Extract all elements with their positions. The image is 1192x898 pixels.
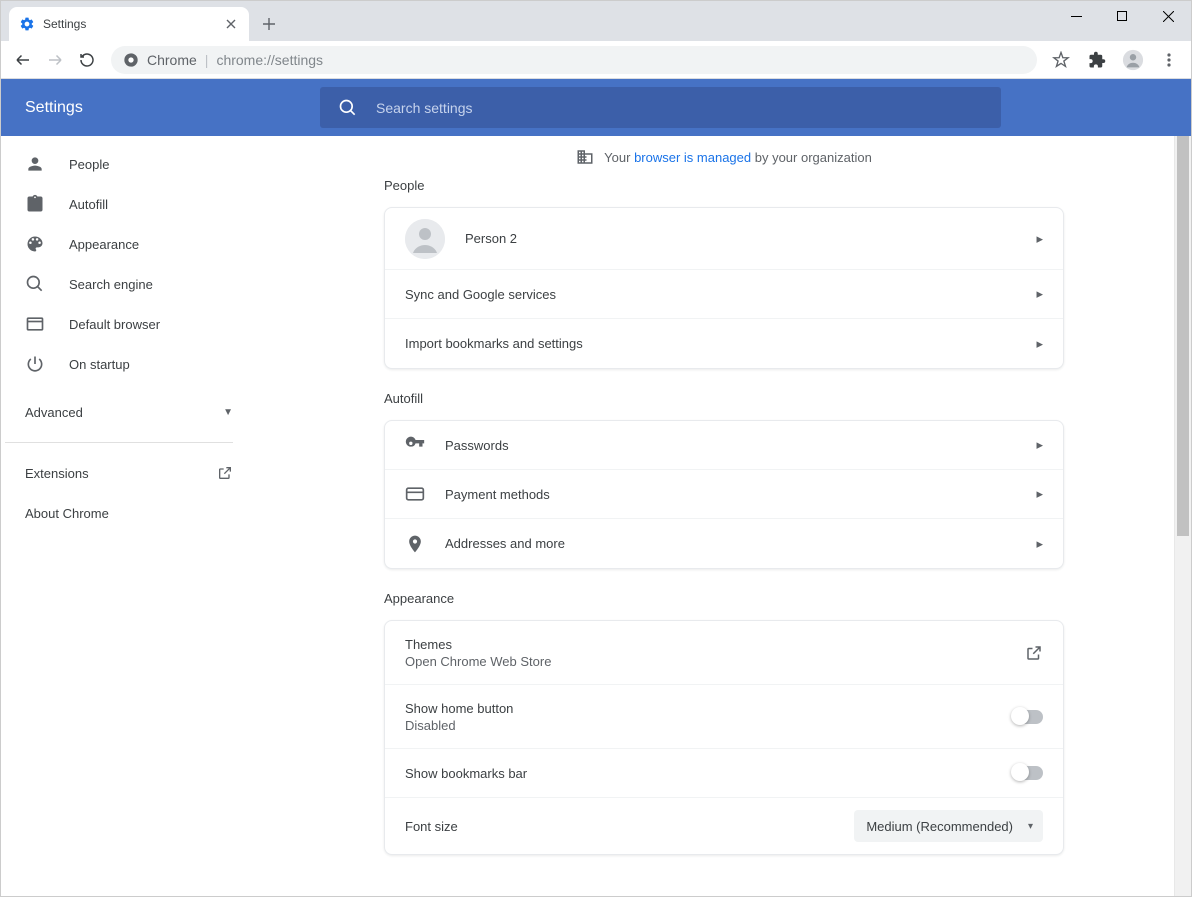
section-autofill: Autofill Passwords ▸ Payment methods ▸ [384, 391, 1064, 569]
row-import-bookmarks[interactable]: Import bookmarks and settings ▸ [385, 319, 1063, 368]
sidebar-item-autofill[interactable]: Autofill [1, 184, 257, 224]
person-icon [25, 154, 45, 174]
menu-icon[interactable] [1155, 46, 1183, 74]
forward-button[interactable] [41, 46, 69, 74]
sidebar-extensions-link[interactable]: Extensions [1, 453, 257, 493]
row-addresses[interactable]: Addresses and more ▸ [385, 519, 1063, 568]
chevron-right-icon: ▸ [1036, 536, 1043, 552]
scrollbar[interactable] [1174, 136, 1191, 896]
settings-sidebar: People Autofill Appearance Search engine… [1, 136, 257, 898]
browser-titlebar: Settings [1, 1, 1191, 41]
row-sync[interactable]: Sync and Google services ▸ [385, 270, 1063, 319]
font-size-select[interactable]: Medium (Recommended) [854, 810, 1043, 842]
row-show-home-button: Show home button Disabled [385, 685, 1063, 749]
chevron-right-icon: ▸ [1036, 336, 1043, 352]
url-scheme: Chrome [147, 52, 197, 68]
reload-button[interactable] [73, 46, 101, 74]
maximize-button[interactable] [1099, 1, 1145, 31]
key-icon [405, 435, 425, 455]
bookmark-star-icon[interactable] [1047, 46, 1075, 74]
external-link-icon [217, 465, 233, 481]
search-settings-input[interactable]: Search settings [320, 87, 1001, 128]
row-show-bookmarks-bar: Show bookmarks bar [385, 749, 1063, 798]
tab-title: Settings [43, 17, 215, 31]
browser-icon [25, 314, 45, 334]
managed-banner: Your browser is managed by your organiza… [257, 136, 1191, 178]
chevron-right-icon: ▸ [1036, 486, 1043, 502]
row-passwords[interactable]: Passwords ▸ [385, 421, 1063, 470]
close-tab-icon[interactable] [223, 16, 239, 32]
new-tab-button[interactable] [255, 10, 283, 38]
section-people: People Person 2 ▸ Sync and Google servic… [384, 178, 1064, 369]
toggle-bookmarks-bar[interactable] [1013, 766, 1043, 780]
url-path: chrome://settings [216, 52, 323, 68]
row-font-size: Font size Medium (Recommended) [385, 798, 1063, 854]
sidebar-item-people[interactable]: People [1, 144, 257, 184]
close-window-button[interactable] [1145, 1, 1191, 31]
row-payment-methods[interactable]: Payment methods ▸ [385, 470, 1063, 519]
clipboard-icon [25, 194, 45, 214]
chevron-right-icon: ▸ [1036, 437, 1043, 453]
back-button[interactable] [9, 46, 37, 74]
managed-link[interactable]: browser is managed [634, 150, 751, 165]
minimize-button[interactable] [1053, 1, 1099, 31]
scrollbar-thumb[interactable] [1177, 136, 1189, 536]
browser-tab[interactable]: Settings [9, 7, 249, 41]
search-icon [338, 98, 358, 118]
settings-title: Settings [25, 99, 320, 117]
section-appearance: Appearance Themes Open Chrome Web Store … [384, 591, 1064, 855]
row-profile[interactable]: Person 2 ▸ [385, 208, 1063, 270]
location-pin-icon [405, 534, 425, 554]
sidebar-item-appearance[interactable]: Appearance [1, 224, 257, 264]
profile-avatar-icon[interactable] [1119, 46, 1147, 74]
search-placeholder: Search settings [376, 100, 473, 116]
chevron-right-icon: ▸ [1036, 231, 1043, 247]
chevron-right-icon: ▸ [1036, 286, 1043, 302]
browser-toolbar: Chrome | chrome://settings [1, 41, 1191, 79]
sidebar-item-search-engine[interactable]: Search engine [1, 264, 257, 304]
building-icon [576, 148, 594, 166]
extensions-icon[interactable] [1083, 46, 1111, 74]
external-link-icon [1025, 644, 1043, 662]
palette-icon [25, 234, 45, 254]
sidebar-item-default-browser[interactable]: Default browser [1, 304, 257, 344]
search-icon [25, 274, 45, 294]
chevron-down-icon: ▼ [223, 407, 233, 418]
settings-header: Settings Search settings [1, 79, 1191, 136]
settings-gear-icon [19, 16, 35, 32]
toggle-home-button[interactable] [1013, 710, 1043, 724]
avatar-icon [405, 219, 445, 259]
sidebar-item-on-startup[interactable]: On startup [1, 344, 257, 384]
sidebar-about-chrome[interactable]: About Chrome [1, 493, 257, 533]
site-info-icon[interactable] [123, 52, 139, 68]
sidebar-advanced-toggle[interactable]: Advanced ▼ [1, 392, 257, 432]
settings-content: Your browser is managed by your organiza… [257, 136, 1191, 898]
window-controls [1053, 1, 1191, 31]
credit-card-icon [405, 484, 425, 504]
address-bar[interactable]: Chrome | chrome://settings [111, 46, 1037, 74]
row-themes[interactable]: Themes Open Chrome Web Store [385, 621, 1063, 685]
power-icon [25, 354, 45, 374]
